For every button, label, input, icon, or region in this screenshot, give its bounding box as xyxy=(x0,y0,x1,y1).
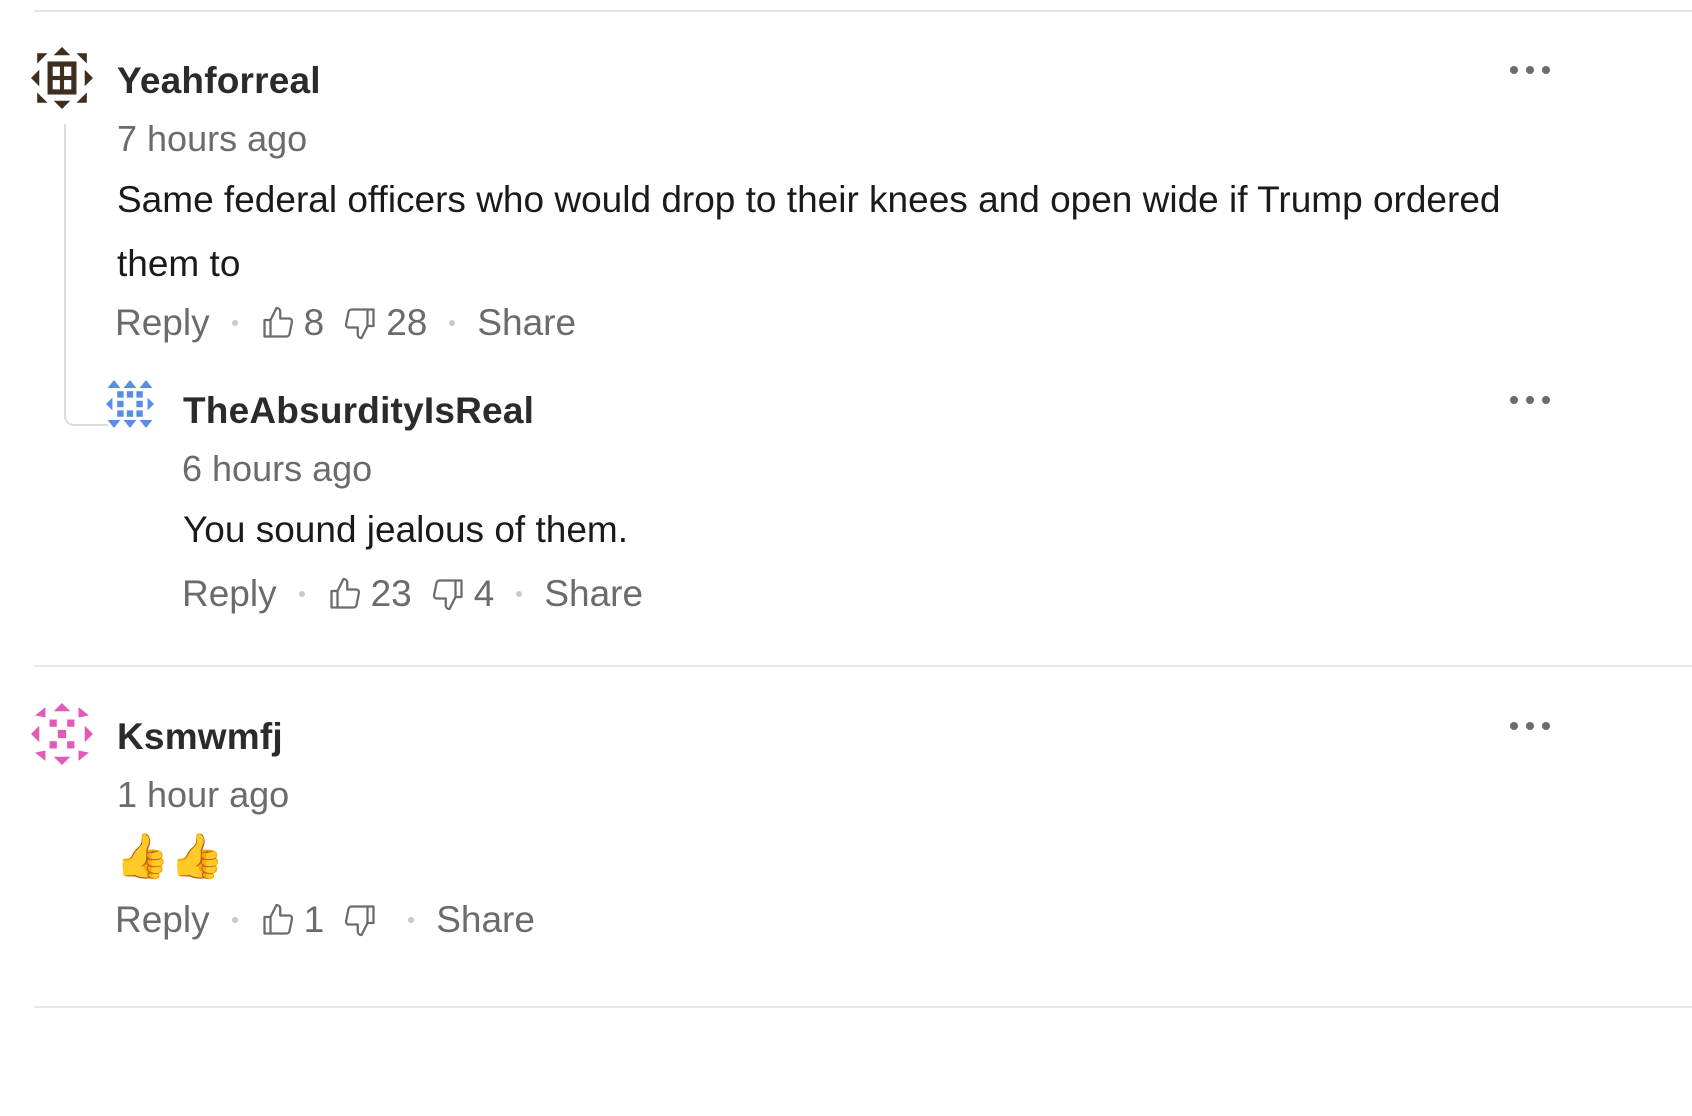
separator-dot xyxy=(231,917,238,923)
more-dots-icon xyxy=(1510,722,1518,730)
dislike-button[interactable]: 28 xyxy=(342,302,427,344)
dislike-count: 28 xyxy=(386,302,428,343)
thumbs-up-icon xyxy=(262,903,293,935)
thumbs-down-icon xyxy=(345,308,375,340)
thread-connector-line xyxy=(64,124,108,426)
timestamp: 7 hours ago xyxy=(117,118,308,159)
thumbs-up-icon xyxy=(262,306,293,338)
like-button[interactable]: 8 xyxy=(260,302,325,344)
like-button[interactable]: 23 xyxy=(327,573,412,615)
more-options-button[interactable] xyxy=(1510,390,1550,410)
comment-text: Same federal officers who would drop to … xyxy=(117,179,1501,284)
more-dot xyxy=(1542,722,1550,730)
thumbs-down-icon xyxy=(345,905,375,937)
comment-text: You sound jealous of them. xyxy=(183,509,629,550)
like-count: 1 xyxy=(303,899,325,940)
comment-actions: Reply 23 4 Share xyxy=(182,569,643,619)
share-button[interactable]: Share xyxy=(436,899,535,941)
thumbs-up-icon xyxy=(329,577,360,609)
separator-dot xyxy=(231,320,238,326)
reply-button[interactable]: Reply xyxy=(182,573,277,615)
like-button[interactable]: 1 xyxy=(260,899,325,941)
more-dot xyxy=(1542,66,1550,74)
timestamp: 6 hours ago xyxy=(182,448,373,489)
more-dots-icon xyxy=(1510,396,1518,404)
reply-button[interactable]: Reply xyxy=(115,302,210,344)
more-dots-icon xyxy=(1510,66,1518,74)
separator-dot xyxy=(298,591,305,597)
username[interactable]: TheAbsurdityIsReal xyxy=(183,390,534,432)
avatar[interactable] xyxy=(106,380,154,428)
comment-text: 👍👍 xyxy=(115,832,225,881)
username[interactable]: Ksmwmfj xyxy=(117,716,283,758)
comment-actions: Reply 1 Share xyxy=(115,895,535,945)
comment-actions: Reply 8 28 Share xyxy=(115,298,576,348)
more-options-button[interactable] xyxy=(1510,60,1550,80)
like-count: 8 xyxy=(303,302,325,343)
timestamp: 1 hour ago xyxy=(117,774,290,815)
more-dot xyxy=(1542,396,1550,404)
dislike-button[interactable] xyxy=(342,902,386,938)
reply-button[interactable]: Reply xyxy=(115,899,210,941)
more-dot xyxy=(1526,396,1534,404)
separator-dot xyxy=(408,917,415,923)
separator-dot xyxy=(516,591,523,597)
more-dot xyxy=(1526,66,1534,74)
like-count: 23 xyxy=(370,573,412,614)
thumbs-down-icon xyxy=(432,579,463,611)
share-button[interactable]: Share xyxy=(477,302,576,344)
bottom-divider xyxy=(34,1006,1692,1008)
separator-dot xyxy=(449,320,456,326)
dislike-button[interactable]: 4 xyxy=(430,573,495,615)
dislike-count: 4 xyxy=(473,573,495,614)
more-options-button[interactable] xyxy=(1510,716,1550,736)
comment-divider xyxy=(34,665,1692,667)
avatar[interactable] xyxy=(31,47,93,109)
top-divider xyxy=(34,10,1692,12)
more-dot xyxy=(1526,722,1534,730)
avatar[interactable] xyxy=(31,703,93,765)
username[interactable]: Yeahforreal xyxy=(117,60,321,102)
share-button[interactable]: Share xyxy=(544,573,643,615)
